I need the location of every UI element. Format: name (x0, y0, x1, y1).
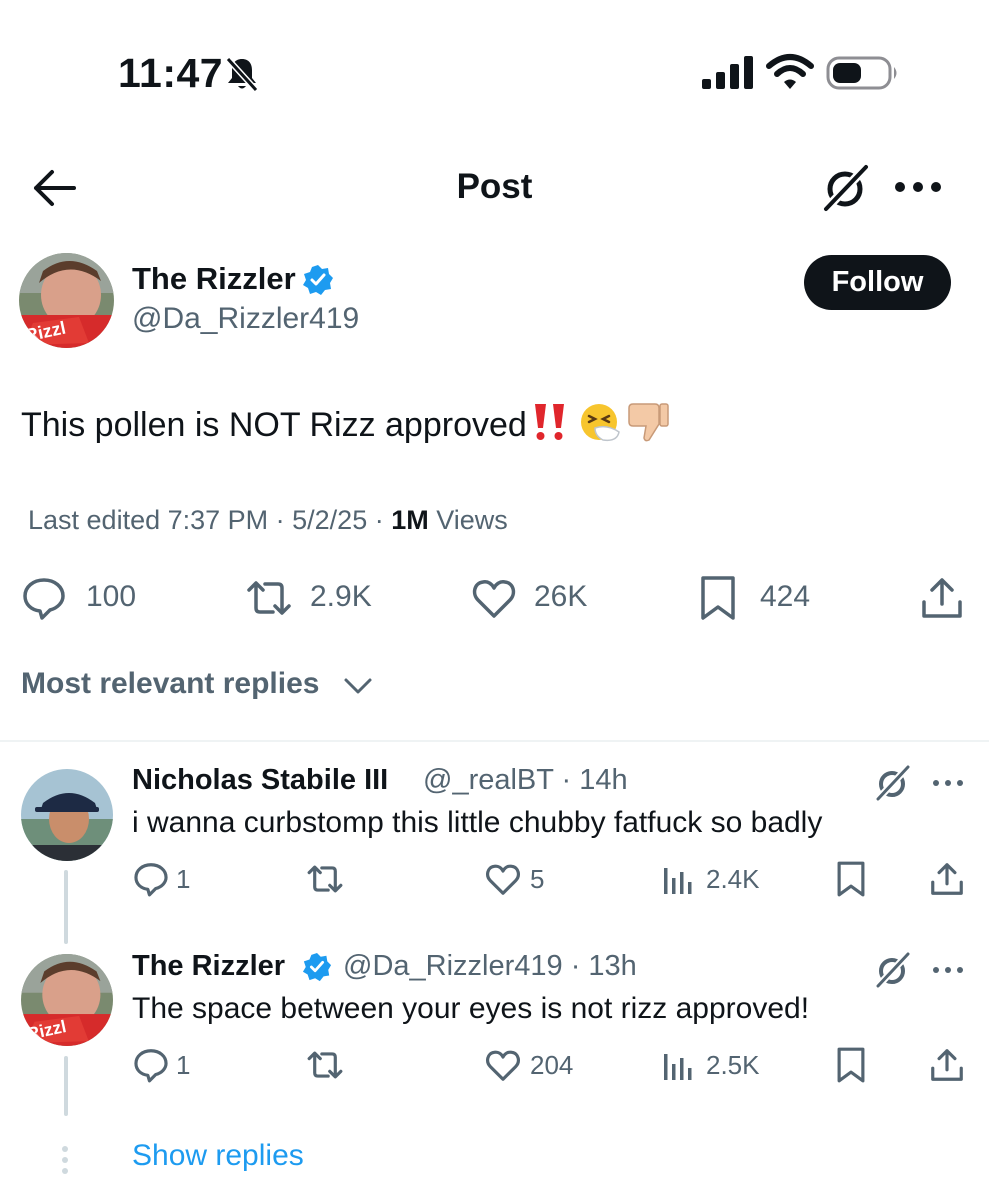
more-icon[interactable] (930, 772, 966, 794)
views-count: 2.4K (706, 864, 760, 894)
thumbs-down-icon (628, 403, 669, 442)
thread-line (64, 1056, 68, 1116)
reply-count: 1 (176, 1050, 191, 1080)
views-label: Views (428, 505, 508, 535)
sneezing-face-icon (580, 404, 620, 442)
reply-avatar[interactable]: Rizzl (21, 954, 113, 1046)
views-icon[interactable] (660, 860, 698, 898)
repost-icon[interactable] (306, 860, 344, 898)
reply-author-name[interactable]: The Rizzler (132, 950, 285, 983)
author-name[interactable]: The Rizzler (132, 261, 296, 297)
author-handle[interactable]: @Da_Rizzler419 (132, 302, 359, 336)
like-count: 26K (534, 580, 588, 613)
grok-icon[interactable] (818, 161, 872, 215)
avatar-image: Rizzl (19, 253, 114, 348)
like-icon[interactable] (470, 574, 518, 622)
reply-icon[interactable] (132, 1046, 170, 1084)
replies-sort-dropdown[interactable]: Most relevant replies (21, 667, 319, 701)
bookmark-count: 424 (760, 580, 811, 613)
bookmark-icon[interactable] (832, 860, 870, 898)
wifi-icon (766, 54, 814, 89)
post-timestamp: Last edited 7:37 PM · 5/2/25 · (28, 505, 392, 535)
share-icon[interactable] (928, 860, 966, 898)
thread-line (64, 870, 68, 944)
follow-button[interactable]: Follow (804, 255, 951, 310)
reply-avatar[interactable] (21, 769, 113, 861)
reply-author-handle[interactable]: @_realBT · 14h (423, 764, 628, 797)
more-icon[interactable] (930, 959, 966, 981)
post-meta: Last edited 7:37 PM · 5/2/25 · 1M Views (28, 505, 508, 536)
post-body: This pollen is NOT Rizz approved (21, 406, 527, 444)
grok-icon[interactable] (872, 950, 912, 990)
reply-icon[interactable] (132, 860, 170, 898)
thread-dots-icon (62, 1146, 68, 1174)
signal-icon (702, 56, 753, 89)
divider (0, 740, 989, 742)
like-count: 204 (530, 1050, 574, 1080)
reply-author-name[interactable]: Nicholas Stabile III (132, 764, 388, 797)
grok-icon[interactable] (872, 763, 912, 803)
repost-icon[interactable] (306, 1046, 344, 1084)
views-count: 1M (391, 505, 429, 535)
repost-icon[interactable] (245, 574, 293, 622)
chevron-down-icon[interactable] (342, 672, 374, 700)
reply-count: 1 (176, 864, 191, 894)
share-icon[interactable] (928, 1046, 966, 1084)
reply-author-handle[interactable]: @Da_Rizzler419 · 13h (343, 950, 637, 983)
reply-icon[interactable] (20, 574, 68, 622)
post-text: This pollen is NOT Rizz approved (21, 402, 671, 445)
avatar-image (21, 769, 113, 861)
verified-badge-icon (303, 265, 333, 295)
like-icon[interactable] (484, 1046, 522, 1084)
bookmark-icon[interactable] (694, 574, 742, 622)
reply-count: 100 (86, 580, 137, 613)
avatar-image: Rizzl (21, 954, 113, 1046)
reply-text: i wanna curbstomp this little chubby fat… (132, 806, 823, 839)
status-time: 11:47 (118, 50, 224, 96)
bookmark-icon[interactable] (832, 1046, 870, 1084)
show-replies-link[interactable]: Show replies (132, 1139, 304, 1173)
verified-badge-icon (302, 952, 332, 982)
views-icon[interactable] (660, 1046, 698, 1084)
bell-slash-icon (225, 56, 259, 93)
more-icon[interactable] (892, 170, 944, 204)
double-exclamation-icon (534, 404, 564, 440)
reply-text: The space between your eyes is not rizz … (132, 992, 810, 1025)
repost-count: 2.9K (310, 580, 372, 613)
views-count: 2.5K (706, 1050, 760, 1080)
share-icon[interactable] (918, 574, 966, 622)
like-icon[interactable] (484, 860, 522, 898)
avatar[interactable]: Rizzl (19, 253, 114, 348)
battery-icon (826, 56, 897, 90)
like-count: 5 (530, 864, 545, 894)
